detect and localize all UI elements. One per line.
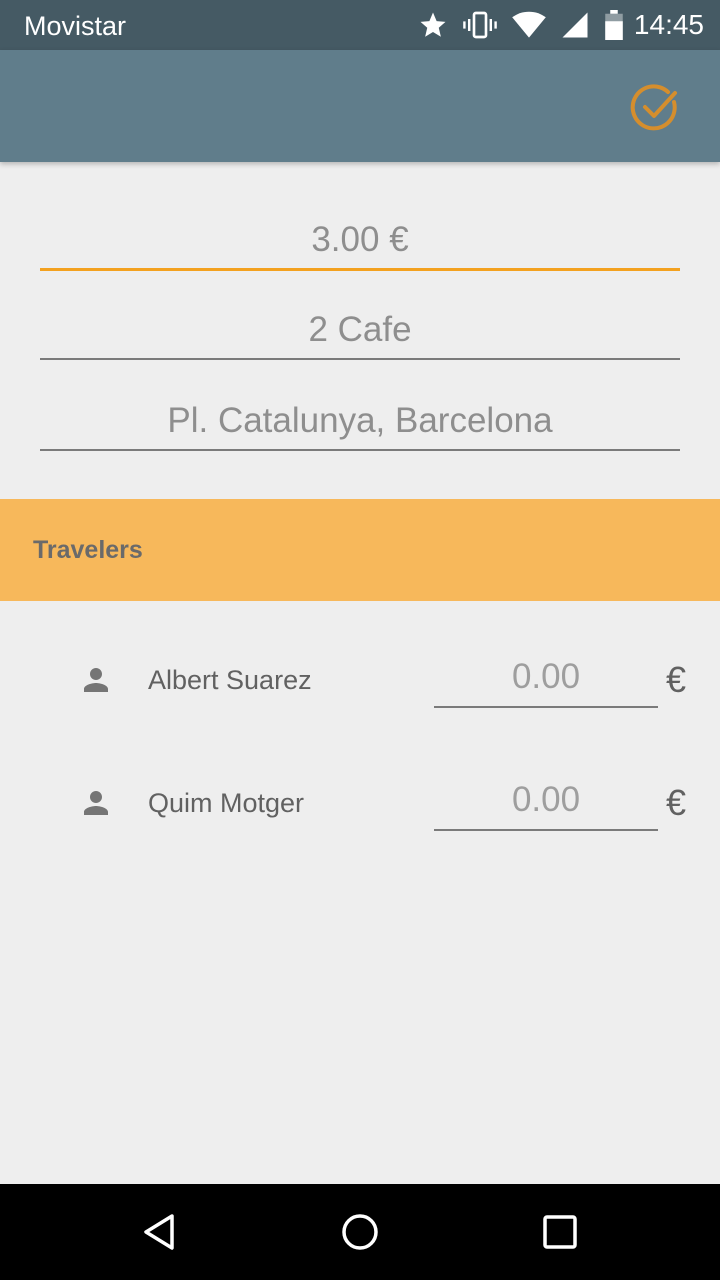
home-icon [340, 1212, 380, 1252]
confirm-button[interactable] [628, 80, 684, 136]
carrier-name: Movistar [24, 11, 127, 41]
traveler-name: Albert Suarez [148, 665, 312, 695]
status-icons: 14:45 [404, 0, 720, 50]
traveler-row: Quim Motger 0.00 € [0, 763, 720, 843]
traveler-name: Quim Motger [148, 788, 305, 818]
traveler-amount-input[interactable]: 0.00 [434, 771, 658, 831]
back-icon [140, 1212, 180, 1252]
status-bar: Movistar 14:45 [0, 0, 720, 50]
travelers-title: Travelers [33, 536, 143, 564]
location-input[interactable]: Pl. Catalunya, Barcelona [40, 393, 680, 451]
battery-icon [604, 10, 624, 40]
recents-button[interactable] [536, 1208, 584, 1256]
back-button[interactable] [136, 1208, 184, 1256]
currency-label: € [666, 782, 687, 823]
navigation-bar [0, 1184, 720, 1280]
person-icon [78, 785, 114, 821]
description-input[interactable]: 2 Cafe [40, 302, 680, 360]
check-circle-icon [630, 82, 682, 134]
traveler-amount-input[interactable]: 0.00 [434, 648, 658, 708]
signal-icon [560, 10, 590, 40]
person-icon [78, 662, 114, 698]
home-button[interactable] [336, 1208, 384, 1256]
clock: 14:45 [633, 9, 704, 40]
vibrate-icon [462, 10, 498, 40]
amount-input[interactable]: 3.00 € [40, 212, 680, 271]
app-bar [0, 50, 720, 162]
currency-label: € [666, 659, 687, 700]
travelers-section-header: Travelers [0, 499, 720, 601]
star-icon [418, 10, 448, 40]
recents-icon [540, 1212, 580, 1252]
traveler-row: Albert Suarez 0.00 € [0, 640, 720, 720]
wifi-icon [512, 11, 546, 39]
